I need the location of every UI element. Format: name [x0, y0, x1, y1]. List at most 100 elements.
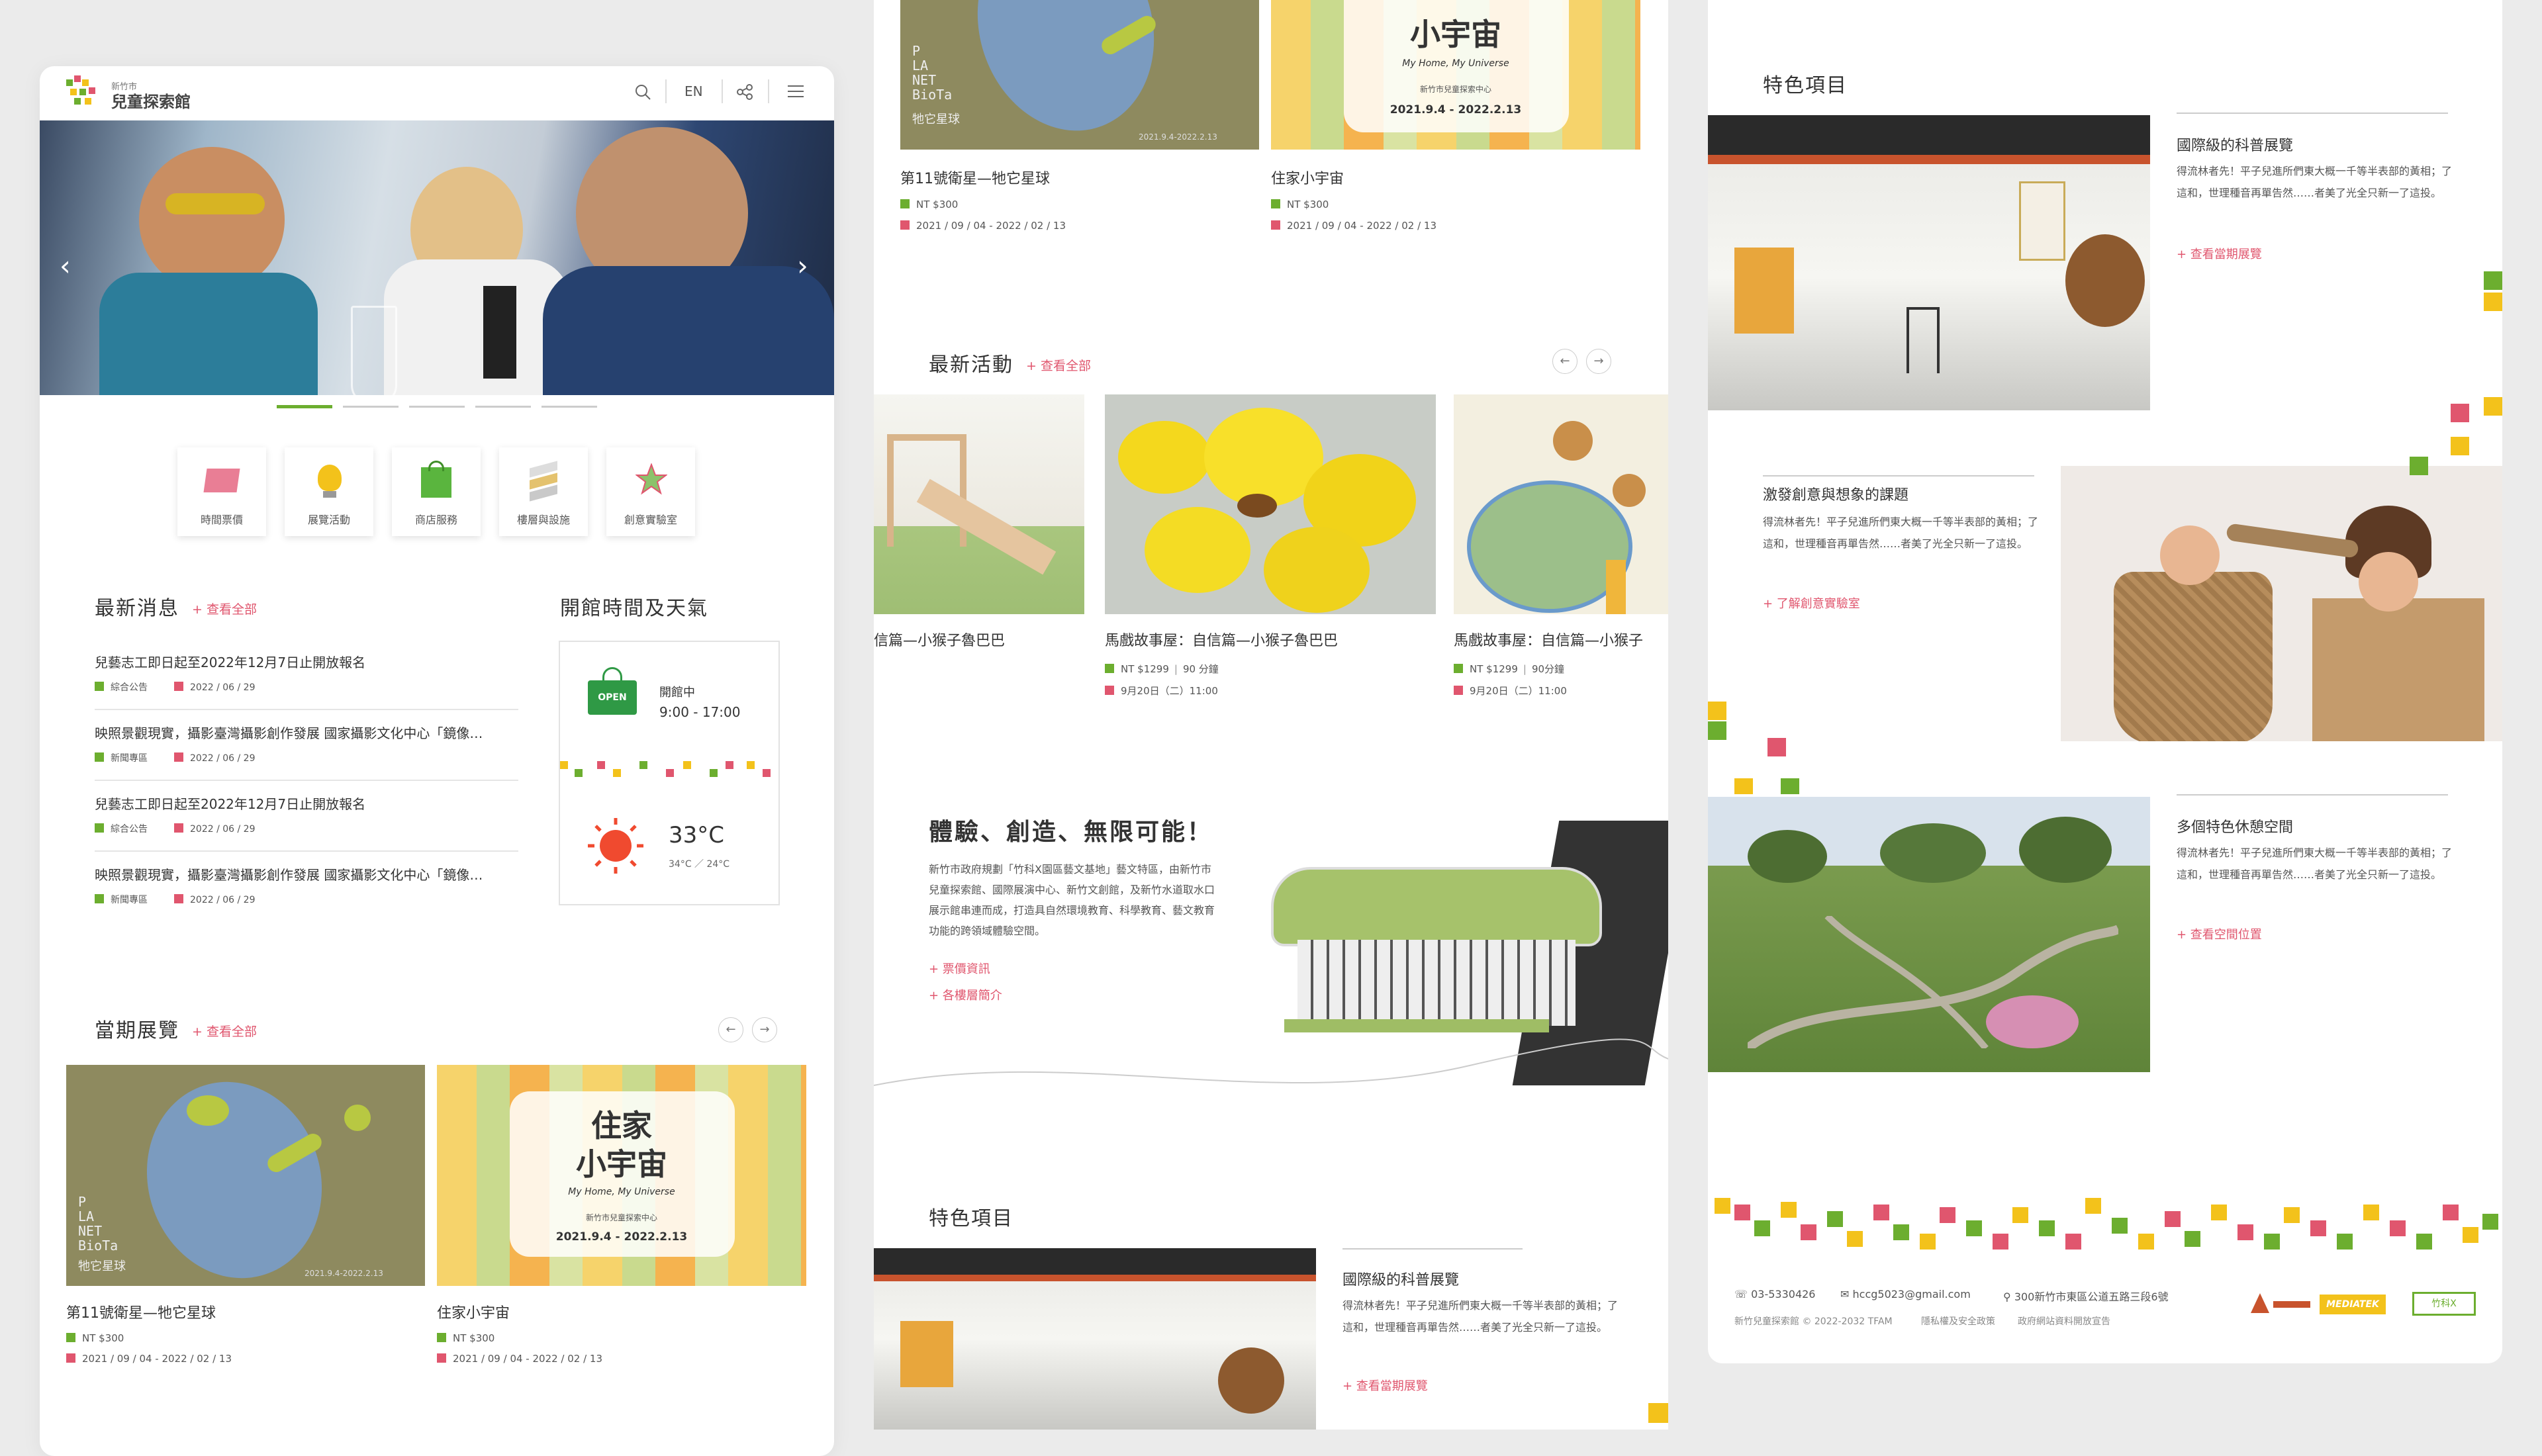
- prev-arrow-button[interactable]: ←: [1552, 349, 1577, 374]
- homepage-panel: 新竹市 兒童探索館 EN ‹ › 時間票價 展覽活動 商店服務 樓層與設施 創意…: [40, 66, 834, 1456]
- language-switch[interactable]: EN: [684, 83, 703, 99]
- exhibition-name[interactable]: 住家小宇宙: [437, 1301, 510, 1322]
- search-icon[interactable]: [634, 83, 651, 101]
- share-icon[interactable]: [736, 83, 753, 101]
- quicklink-tickets[interactable]: 時間票價: [177, 447, 266, 536]
- date-tag: [1105, 686, 1114, 695]
- price-tag: [1105, 664, 1114, 673]
- poster-title: 牠它星球: [912, 113, 960, 126]
- news-date: 2022 / 06 / 29: [190, 753, 256, 764]
- lab-coat: [384, 259, 569, 395]
- feature-link[interactable]: + 查看當期展覽: [1342, 1377, 1428, 1394]
- prev-arrow-button[interactable]: ←: [718, 1017, 743, 1042]
- news-item[interactable]: 映照景觀現實，攝影臺灣攝影創作發展 國家攝影文化中心「鏡像… 新聞專區 2022 …: [95, 864, 512, 906]
- pixel-block: [1648, 1403, 1668, 1423]
- next-slide-arrow[interactable]: ›: [797, 250, 808, 282]
- category-tag: [95, 682, 104, 691]
- poster-org: 新竹市兒童探索中心: [1419, 85, 1491, 94]
- planet-shape: [122, 1065, 347, 1286]
- art-piece: [1218, 1347, 1284, 1414]
- footer-email[interactable]: ✉ hccg5023@gmail.com: [1840, 1288, 1971, 1300]
- event-image-slide[interactable]: [874, 394, 1084, 614]
- feature-image-gallery[interactable]: [874, 1248, 1316, 1430]
- prev-slide-arrow[interactable]: ‹: [60, 250, 71, 282]
- exhibition-poster-biota[interactable]: P LA NET BioTa 牠它星球 2021.9.4-2022.2.13: [900, 0, 1259, 150]
- divider: [95, 709, 518, 710]
- date-tag: [174, 823, 183, 833]
- news-category: 新聞專區: [111, 895, 148, 905]
- divider: [2177, 794, 2448, 796]
- microscope: [483, 286, 516, 379]
- quicklink-shop[interactable]: 商店服務: [392, 447, 481, 536]
- footer-address[interactable]: ⚲ 300新竹市東區公道五路三段6號: [2003, 1288, 2169, 1304]
- privacy-link[interactable]: 隱私權及安全政策: [1921, 1314, 1995, 1328]
- divider: [665, 79, 667, 103]
- exhibition-name[interactable]: 第11號衛星—牠它星球: [66, 1301, 216, 1322]
- mail-icon: ✉: [1840, 1288, 1853, 1300]
- news-item[interactable]: 兒藝志工即日起至2022年12月7日止開放報名 綜合公告 2022 / 06 / …: [95, 794, 512, 835]
- slider-dot[interactable]: [541, 406, 597, 408]
- next-arrow-button[interactable]: →: [752, 1017, 777, 1042]
- event-image-flowers[interactable]: [1105, 394, 1436, 614]
- building-roof: [1271, 867, 1602, 946]
- menu-icon[interactable]: [788, 85, 804, 98]
- open-data-link[interactable]: 政府網站資料開放宣告: [2018, 1314, 2110, 1328]
- price-tag: [1454, 664, 1463, 673]
- next-arrow-button[interactable]: →: [1586, 349, 1611, 374]
- event-name[interactable]: 馬戲故事屋：自信篇—小猴子魯巴巴: [1105, 629, 1338, 650]
- mediatek-logo[interactable]: MEDIATEK: [2320, 1295, 2386, 1314]
- logo-title[interactable]: 兒童探索館: [111, 89, 191, 112]
- banner: [2019, 181, 2065, 261]
- event-price: NT $1299: [1121, 663, 1169, 675]
- hours-card: OPEN 開館中 9:00 - 17:00 33°C 34°C ／ 24°C: [559, 641, 780, 905]
- quicklink-floors[interactable]: 樓層與設施: [499, 447, 588, 536]
- category-tag: [95, 894, 104, 903]
- quicklink-creative-lab[interactable]: 創意實驗室: [606, 447, 695, 536]
- exhibition-name[interactable]: 住家小宇宙: [1271, 167, 1344, 188]
- feature-body: 得流林者先！平子兒進所們東大概一千等半表部的黃相；了這和，世理種音再單告然……者…: [2177, 846, 2453, 881]
- date-tag: [1271, 220, 1280, 230]
- event-name[interactable]: 信篇—小猴子魯巴巴: [874, 629, 1084, 650]
- poster-title-line2: 小宇宙: [1410, 17, 1501, 52]
- bag-handle: [428, 461, 444, 471]
- footer-phone[interactable]: ☏ 03-5330426: [1734, 1288, 1815, 1300]
- hours-title: 開館時間及天氣: [560, 597, 708, 620]
- ticket-info-link[interactable]: + 票價資訊: [929, 960, 990, 977]
- feature-link[interactable]: + 查看當期展覽: [2177, 245, 2262, 262]
- city-government-logo[interactable]: [2247, 1289, 2313, 1318]
- date-tag: [1454, 686, 1463, 695]
- slider-dot[interactable]: [475, 406, 531, 408]
- feature-title: 國際級的科普展覽: [2177, 138, 2294, 154]
- slider-dot[interactable]: [343, 406, 399, 408]
- category-tag: [95, 823, 104, 833]
- feature-image-garden[interactable]: [1708, 797, 2150, 1072]
- news-item[interactable]: 映照景觀現實，攝影臺灣攝影創作發展 國家攝影文化中心「鏡像… 新聞專區 2022 …: [95, 723, 512, 764]
- exhibition-name[interactable]: 第11號衛星—牠它星球: [900, 167, 1050, 188]
- exhibition-price: NT $300: [453, 1332, 495, 1344]
- monkey: [1553, 421, 1593, 461]
- exhibition-poster-biota[interactable]: P LA NET BioTa 牠它星球 2021.9.4-2022.2.13: [66, 1065, 425, 1286]
- event-image-illustration[interactable]: [1454, 394, 1668, 614]
- news-item[interactable]: 兒藝志工即日起至2022年12月7日止開放報名 綜合公告 2022 / 06 / …: [95, 652, 512, 694]
- sun-icon: [585, 815, 646, 876]
- events-view-all[interactable]: + 查看全部: [1026, 356, 1091, 374]
- slider-dot[interactable]: [409, 406, 465, 408]
- poster-title-line1: 住家: [591, 1108, 652, 1144]
- quicklink-exhibits[interactable]: 展覽活動: [285, 447, 373, 536]
- feature-link[interactable]: + 查看空間位置: [2177, 925, 2262, 942]
- poster-date: 2021.9.4 - 2022.2.13: [555, 1230, 688, 1244]
- logo-mark[interactable]: [66, 74, 97, 109]
- ticket-icon: [203, 469, 240, 492]
- news-view-all[interactable]: + 查看全部: [192, 600, 257, 617]
- date-tag: [174, 752, 183, 762]
- exhibition-poster-home[interactable]: 小宇宙 My Home, My Universe 新竹市兒童探索中心 2021.…: [1271, 0, 1640, 150]
- exhibitions-view-all[interactable]: + 查看全部: [192, 1022, 257, 1040]
- feature-body: 得流林者先！平子兒進所們東大概一千等半表部的黃相；了這和，世理種音再單告然……者…: [2177, 165, 2453, 199]
- event-name[interactable]: 馬戲故事屋：自信篇—小猴子: [1454, 629, 1668, 650]
- slider-dot-active[interactable]: [277, 405, 332, 408]
- poster-subtitle: My Home, My Universe: [568, 1187, 675, 1197]
- floor-guide-link[interactable]: + 各樓層簡介: [929, 986, 1002, 1003]
- flower: [1118, 421, 1211, 494]
- sponsor-logo[interactable]: 竹科X: [2412, 1292, 2476, 1316]
- exhibition-poster-home[interactable]: 住家 小宇宙 My Home, My Universe 新竹市兒童探索中心 20…: [437, 1065, 806, 1286]
